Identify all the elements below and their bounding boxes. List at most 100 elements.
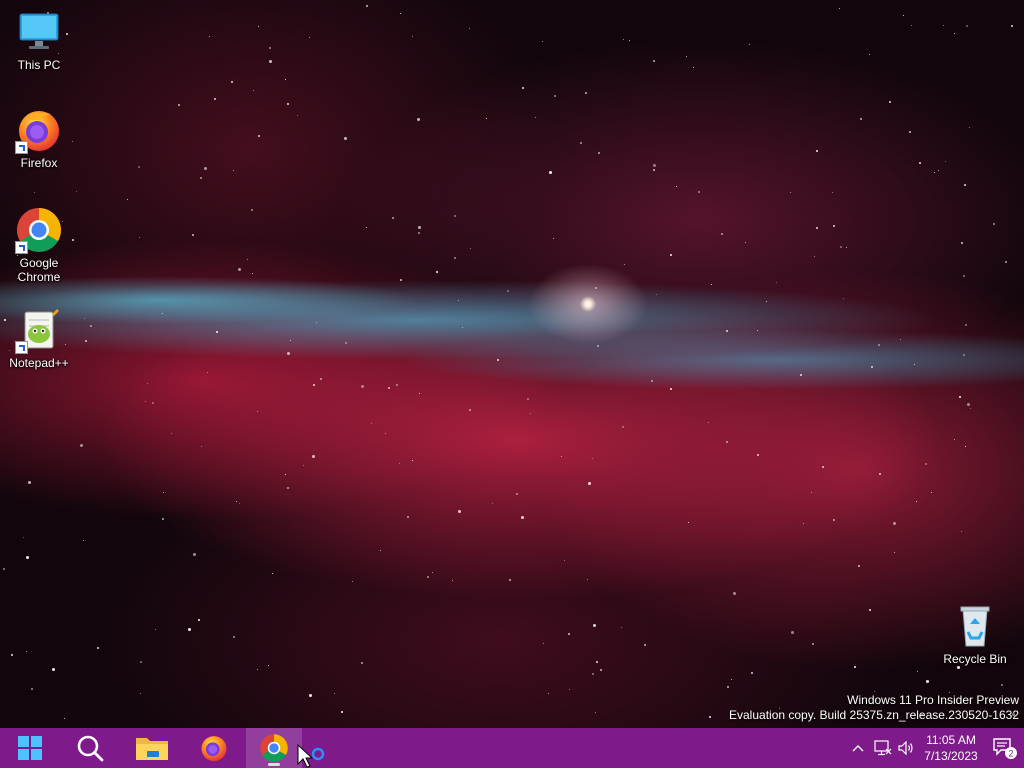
star	[26, 651, 27, 652]
star	[621, 627, 622, 628]
star	[290, 340, 291, 341]
star	[303, 465, 304, 466]
star	[644, 644, 646, 646]
star	[993, 223, 995, 225]
star	[945, 161, 946, 162]
star	[954, 439, 955, 440]
star	[3, 568, 5, 570]
search-button[interactable]	[62, 728, 118, 768]
star	[258, 26, 259, 27]
star	[236, 501, 237, 502]
star	[233, 170, 234, 171]
taskbar: 11:05 AM 7/13/2023 2	[0, 728, 1024, 768]
star	[554, 95, 556, 97]
taskbar-chrome-button[interactable]	[246, 728, 302, 768]
notification-center-button[interactable]: 2	[990, 728, 1020, 768]
star	[469, 409, 471, 411]
star	[412, 460, 413, 461]
star	[869, 609, 871, 611]
star	[749, 44, 750, 45]
desktop-icon-notepad-plus-plus[interactable]: Notepad++	[2, 306, 76, 370]
desktop-icon-label: Firefox	[20, 156, 58, 170]
star	[889, 101, 891, 103]
star	[412, 36, 413, 37]
star	[593, 624, 596, 627]
star	[731, 679, 732, 680]
star	[790, 192, 791, 193]
star	[709, 716, 711, 718]
star	[316, 322, 317, 323]
star	[231, 81, 233, 83]
star	[458, 510, 461, 513]
taskbar-firefox-button[interactable]	[186, 728, 242, 768]
star	[833, 225, 835, 227]
star	[967, 403, 970, 406]
star	[733, 592, 736, 595]
recycle-bin-icon	[951, 602, 999, 650]
star	[522, 87, 524, 89]
star	[26, 556, 29, 559]
star	[776, 282, 777, 283]
star	[916, 501, 917, 502]
star	[84, 318, 85, 319]
star	[452, 580, 453, 581]
star	[727, 686, 729, 688]
desktop-icon-firefox[interactable]: Firefox	[2, 106, 76, 170]
star	[903, 15, 904, 16]
network-icon	[874, 740, 892, 756]
star	[470, 248, 471, 249]
star	[542, 41, 543, 42]
file-explorer-button[interactable]	[124, 728, 180, 768]
star	[622, 426, 624, 428]
star	[418, 232, 420, 234]
desktop-icon-recycle-bin[interactable]: Recycle Bin	[938, 602, 1012, 666]
star	[344, 137, 347, 140]
star	[653, 164, 656, 167]
star	[140, 661, 142, 663]
network-button[interactable]	[872, 728, 894, 768]
windows-start-icon	[18, 736, 42, 760]
star	[569, 689, 570, 690]
star	[686, 56, 687, 57]
star	[568, 633, 570, 635]
star	[1005, 261, 1007, 263]
star	[432, 572, 433, 573]
star	[200, 177, 202, 179]
star	[745, 242, 746, 243]
desktop-icon-this-pc[interactable]: This PC	[2, 8, 76, 72]
star	[419, 393, 420, 394]
star	[366, 227, 367, 228]
folder-icon	[136, 738, 168, 760]
star	[76, 191, 77, 192]
star	[28, 481, 31, 484]
star	[309, 694, 312, 697]
star	[592, 673, 594, 675]
star	[561, 456, 562, 457]
star	[595, 712, 596, 713]
star	[139, 237, 140, 238]
chrome-icon	[260, 734, 288, 762]
star	[653, 60, 655, 62]
star	[366, 5, 368, 7]
show-hidden-icons-button[interactable]	[848, 728, 868, 768]
desktop-icon-label: Google Chrome	[17, 256, 61, 284]
star	[207, 372, 208, 373]
star	[399, 463, 400, 464]
star	[247, 259, 248, 260]
star	[597, 345, 599, 347]
star	[204, 167, 207, 170]
evaluation-watermark: Windows 11 Pro Insider Preview Evaluatio…	[729, 693, 1019, 723]
star	[846, 247, 847, 248]
star	[588, 482, 591, 485]
start-button[interactable]	[2, 728, 58, 768]
star	[417, 118, 420, 121]
star	[352, 581, 353, 582]
watermark-line-edition: Windows 11 Pro Insider Preview	[847, 693, 1019, 707]
clock[interactable]: 11:05 AM 7/13/2023	[912, 728, 990, 768]
desktop[interactable]: This PC Firefox Google Chrome Notepad++ …	[0, 0, 1024, 728]
star	[840, 246, 842, 248]
star	[345, 342, 347, 344]
star	[388, 387, 390, 389]
desktop-icon-google-chrome[interactable]: Google Chrome	[2, 206, 76, 284]
star	[497, 359, 499, 361]
